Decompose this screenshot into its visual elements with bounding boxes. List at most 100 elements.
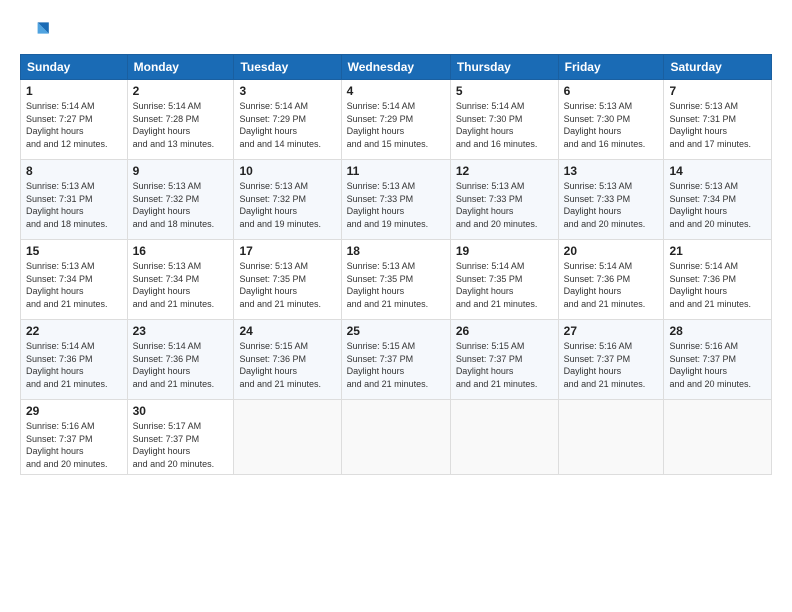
sunset-label: Sunset: 7:37 PM: [133, 434, 200, 444]
daylight-label: Daylight hours: [564, 286, 622, 296]
sunset-label: Sunset: 7:31 PM: [669, 114, 736, 124]
sunrise-label: Sunrise: 5:14 AM: [26, 341, 95, 351]
daylight-value: and and 12 minutes.: [26, 139, 108, 149]
sunset-label: Sunset: 7:29 PM: [347, 114, 414, 124]
calendar-cell: 27 Sunrise: 5:16 AM Sunset: 7:37 PM Dayl…: [558, 320, 664, 400]
sunrise-label: Sunrise: 5:16 AM: [564, 341, 633, 351]
day-info: Sunrise: 5:15 AM Sunset: 7:37 PM Dayligh…: [347, 340, 445, 390]
day-info: Sunrise: 5:14 AM Sunset: 7:29 PM Dayligh…: [239, 100, 335, 150]
sunrise-label: Sunrise: 5:13 AM: [347, 261, 416, 271]
day-number: 20: [564, 244, 659, 258]
daylight-label: Daylight hours: [133, 286, 191, 296]
day-info: Sunrise: 5:13 AM Sunset: 7:34 PM Dayligh…: [133, 260, 229, 310]
day-number: 30: [133, 404, 229, 418]
calendar-cell: 13 Sunrise: 5:13 AM Sunset: 7:33 PM Dayl…: [558, 160, 664, 240]
day-info: Sunrise: 5:13 AM Sunset: 7:33 PM Dayligh…: [456, 180, 553, 230]
week-row-5: 29 Sunrise: 5:16 AM Sunset: 7:37 PM Dayl…: [21, 400, 772, 475]
daylight-value: and and 21 minutes.: [347, 379, 429, 389]
daylight-value: and and 21 minutes.: [347, 299, 429, 309]
sunset-label: Sunset: 7:29 PM: [239, 114, 306, 124]
day-info: Sunrise: 5:13 AM Sunset: 7:34 PM Dayligh…: [669, 180, 766, 230]
daylight-value: and and 20 minutes.: [26, 459, 108, 469]
calendar-cell: 17 Sunrise: 5:13 AM Sunset: 7:35 PM Dayl…: [234, 240, 341, 320]
sunset-label: Sunset: 7:36 PM: [669, 274, 736, 284]
sunrise-label: Sunrise: 5:15 AM: [456, 341, 525, 351]
day-number: 9: [133, 164, 229, 178]
sunset-label: Sunset: 7:36 PM: [239, 354, 306, 364]
day-info: Sunrise: 5:13 AM Sunset: 7:33 PM Dayligh…: [347, 180, 445, 230]
sunset-label: Sunset: 7:35 PM: [456, 274, 523, 284]
calendar-cell: 1 Sunrise: 5:14 AM Sunset: 7:27 PM Dayli…: [21, 80, 128, 160]
day-info: Sunrise: 5:16 AM Sunset: 7:37 PM Dayligh…: [26, 420, 122, 470]
daylight-label: Daylight hours: [456, 286, 514, 296]
sunrise-label: Sunrise: 5:14 AM: [564, 261, 633, 271]
calendar-cell: 5 Sunrise: 5:14 AM Sunset: 7:30 PM Dayli…: [450, 80, 558, 160]
calendar-cell: 22 Sunrise: 5:14 AM Sunset: 7:36 PM Dayl…: [21, 320, 128, 400]
daylight-label: Daylight hours: [347, 206, 405, 216]
day-info: Sunrise: 5:14 AM Sunset: 7:30 PM Dayligh…: [456, 100, 553, 150]
daylight-value: and and 16 minutes.: [456, 139, 538, 149]
sunset-label: Sunset: 7:37 PM: [347, 354, 414, 364]
daylight-value: and and 18 minutes.: [133, 219, 215, 229]
sunset-label: Sunset: 7:36 PM: [133, 354, 200, 364]
sunset-label: Sunset: 7:37 PM: [564, 354, 631, 364]
day-number: 18: [347, 244, 445, 258]
daylight-label: Daylight hours: [564, 126, 622, 136]
sunset-label: Sunset: 7:37 PM: [26, 434, 93, 444]
daylight-value: and and 20 minutes.: [564, 219, 646, 229]
day-number: 21: [669, 244, 766, 258]
daylight-value: and and 21 minutes.: [669, 299, 751, 309]
day-info: Sunrise: 5:13 AM Sunset: 7:34 PM Dayligh…: [26, 260, 122, 310]
sunrise-label: Sunrise: 5:13 AM: [456, 181, 525, 191]
weekday-thursday: Thursday: [450, 55, 558, 80]
calendar-cell: [664, 400, 772, 475]
calendar-cell: 28 Sunrise: 5:16 AM Sunset: 7:37 PM Dayl…: [664, 320, 772, 400]
day-number: 12: [456, 164, 553, 178]
day-number: 27: [564, 324, 659, 338]
daylight-label: Daylight hours: [564, 366, 622, 376]
sunrise-label: Sunrise: 5:13 AM: [133, 181, 202, 191]
calendar-cell: 18 Sunrise: 5:13 AM Sunset: 7:35 PM Dayl…: [341, 240, 450, 320]
sunset-label: Sunset: 7:32 PM: [133, 194, 200, 204]
daylight-value: and and 21 minutes.: [239, 299, 321, 309]
week-row-1: 1 Sunrise: 5:14 AM Sunset: 7:27 PM Dayli…: [21, 80, 772, 160]
daylight-label: Daylight hours: [26, 446, 84, 456]
sunrise-label: Sunrise: 5:13 AM: [347, 181, 416, 191]
day-info: Sunrise: 5:16 AM Sunset: 7:37 PM Dayligh…: [669, 340, 766, 390]
header: [20, 16, 772, 48]
calendar-cell: 26 Sunrise: 5:15 AM Sunset: 7:37 PM Dayl…: [450, 320, 558, 400]
day-info: Sunrise: 5:13 AM Sunset: 7:32 PM Dayligh…: [239, 180, 335, 230]
weekday-sunday: Sunday: [21, 55, 128, 80]
sunset-label: Sunset: 7:27 PM: [26, 114, 93, 124]
daylight-label: Daylight hours: [26, 126, 84, 136]
day-number: 8: [26, 164, 122, 178]
daylight-label: Daylight hours: [239, 206, 297, 216]
calendar-cell: 12 Sunrise: 5:13 AM Sunset: 7:33 PM Dayl…: [450, 160, 558, 240]
calendar-cell: 4 Sunrise: 5:14 AM Sunset: 7:29 PM Dayli…: [341, 80, 450, 160]
daylight-label: Daylight hours: [669, 286, 727, 296]
day-number: 19: [456, 244, 553, 258]
day-number: 26: [456, 324, 553, 338]
sunrise-label: Sunrise: 5:13 AM: [239, 261, 308, 271]
weekday-friday: Friday: [558, 55, 664, 80]
calendar-cell: 6 Sunrise: 5:13 AM Sunset: 7:30 PM Dayli…: [558, 80, 664, 160]
sunrise-label: Sunrise: 5:14 AM: [239, 101, 308, 111]
sunset-label: Sunset: 7:37 PM: [669, 354, 736, 364]
sunset-label: Sunset: 7:35 PM: [347, 274, 414, 284]
daylight-label: Daylight hours: [133, 366, 191, 376]
calendar-cell: 14 Sunrise: 5:13 AM Sunset: 7:34 PM Dayl…: [664, 160, 772, 240]
sunrise-label: Sunrise: 5:13 AM: [669, 181, 738, 191]
calendar-cell: 21 Sunrise: 5:14 AM Sunset: 7:36 PM Dayl…: [664, 240, 772, 320]
day-number: 3: [239, 84, 335, 98]
daylight-value: and and 21 minutes.: [564, 379, 646, 389]
day-number: 23: [133, 324, 229, 338]
sunset-label: Sunset: 7:33 PM: [456, 194, 523, 204]
daylight-label: Daylight hours: [26, 366, 84, 376]
logo: [20, 16, 56, 48]
calendar-cell: 19 Sunrise: 5:14 AM Sunset: 7:35 PM Dayl…: [450, 240, 558, 320]
calendar-cell: 20 Sunrise: 5:14 AM Sunset: 7:36 PM Dayl…: [558, 240, 664, 320]
sunrise-label: Sunrise: 5:14 AM: [347, 101, 416, 111]
calendar-cell: 23 Sunrise: 5:14 AM Sunset: 7:36 PM Dayl…: [127, 320, 234, 400]
week-row-2: 8 Sunrise: 5:13 AM Sunset: 7:31 PM Dayli…: [21, 160, 772, 240]
day-number: 10: [239, 164, 335, 178]
